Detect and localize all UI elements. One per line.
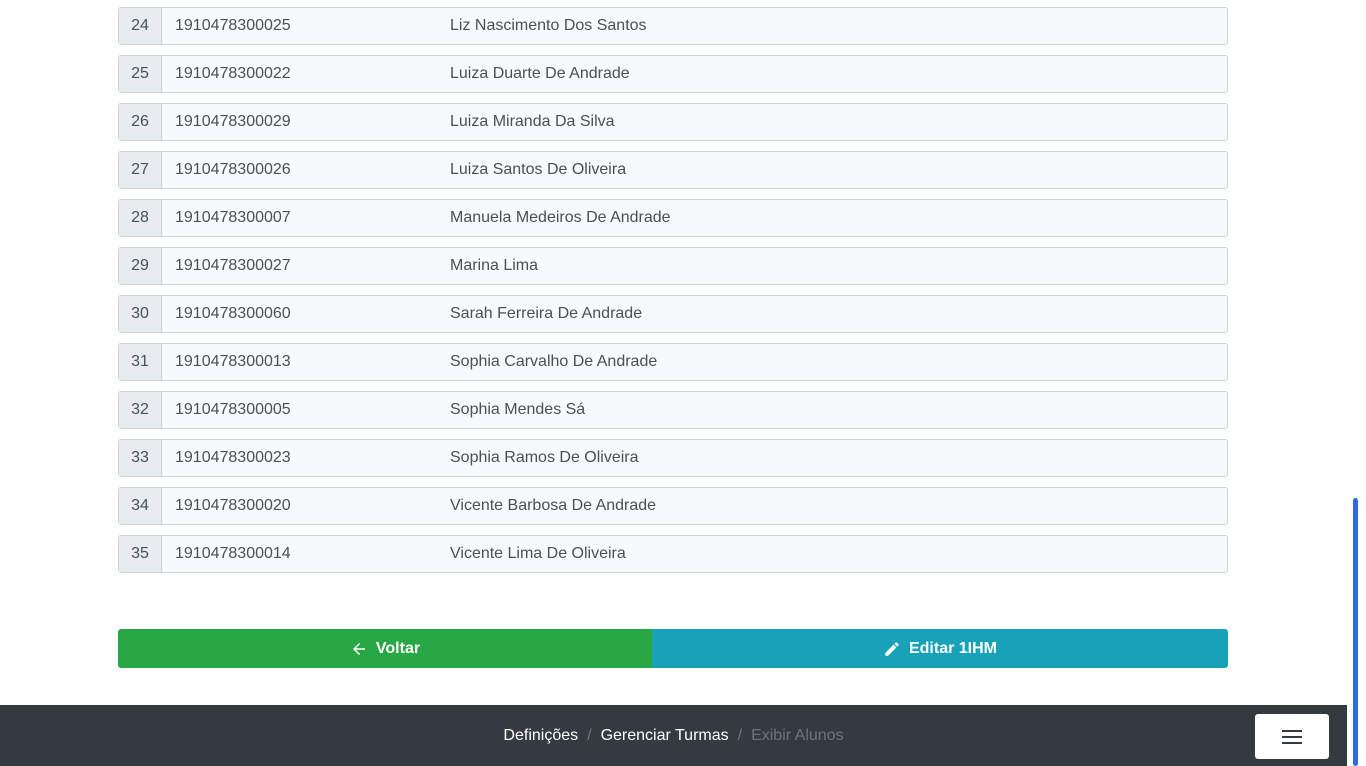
row-number: 32 xyxy=(119,392,162,428)
student-registration: 1910478300060 xyxy=(175,305,291,322)
row-number: 29 xyxy=(119,248,162,284)
student-row: 33 1910478300023 Sophia Ramos De Oliveir… xyxy=(118,439,1228,477)
student-name: Vicente Barbosa De Andrade xyxy=(450,497,657,514)
student-name: Marina Lima xyxy=(450,257,539,274)
row-number: 30 xyxy=(119,296,162,332)
row-number: 33 xyxy=(119,440,162,476)
breadcrumb-gerenciar-turmas[interactable]: Gerenciar Turmas xyxy=(601,727,729,745)
student-row: 31 1910478300013 Sophia Carvalho De Andr… xyxy=(118,343,1228,381)
row-number: 34 xyxy=(119,488,162,524)
student-registration: 1910478300022 xyxy=(175,65,291,82)
student-name: Sophia Mendes Sá xyxy=(450,401,586,418)
student-registration: 1910478300007 xyxy=(175,209,291,226)
row-number: 26 xyxy=(119,104,162,140)
breadcrumb-definicoes[interactable]: Definições xyxy=(503,727,578,745)
student-registration: 1910478300013 xyxy=(175,353,291,370)
arrow-left-icon xyxy=(352,642,365,655)
student-registration: 1910478300020 xyxy=(175,497,291,514)
student-row: 26 1910478300029 Luiza Miranda Da Silva xyxy=(118,103,1228,141)
hamburger-menu-icon xyxy=(1282,729,1302,744)
row-number: 24 xyxy=(119,8,162,44)
edit-button-label: Editar 1IHM xyxy=(908,639,997,657)
pencil-icon xyxy=(885,641,899,656)
student-row: 24 1910478300025 Liz Nascimento Dos Sant… xyxy=(118,7,1228,45)
student-name: Luiza Santos De Oliveira xyxy=(450,161,627,178)
back-button-label: Voltar xyxy=(375,639,421,657)
student-registration: 1910478300014 xyxy=(175,545,291,562)
row-number: 25 xyxy=(119,56,162,92)
student-row: 28 1910478300007 Manuela Medeiros De And… xyxy=(118,199,1228,237)
student-name: Liz Nascimento Dos Santos xyxy=(450,17,647,34)
student-registration: 1910478300023 xyxy=(175,449,291,466)
edit-class-button[interactable]: Editar 1IHM xyxy=(652,629,1228,668)
student-registration: 1910478300005 xyxy=(175,401,291,418)
student-name: Sarah Ferreira De Andrade xyxy=(450,305,643,322)
student-name: Sophia Ramos De Oliveira xyxy=(450,449,639,466)
scrollbar-thumb[interactable] xyxy=(1353,498,1358,766)
student-list: 24 1910478300025 Liz Nascimento Dos Sant… xyxy=(118,7,1228,583)
breadcrumb-separator: / xyxy=(587,726,592,744)
breadcrumb-exibir-alunos: Exibir Alunos xyxy=(751,726,844,744)
student-name: Sophia Carvalho De Andrade xyxy=(450,353,658,370)
menu-toggle-button[interactable] xyxy=(1255,714,1329,759)
student-name: Luiza Duarte De Andrade xyxy=(450,65,630,82)
row-number: 35 xyxy=(119,536,162,572)
footer: Definições / Gerenciar Turmas / Exibir A… xyxy=(0,705,1347,766)
row-number: 31 xyxy=(119,344,162,380)
student-row: 35 1910478300014 Vicente Lima De Oliveir… xyxy=(118,535,1228,573)
student-registration: 1910478300026 xyxy=(175,161,291,178)
student-name: Manuela Medeiros De Andrade xyxy=(450,209,671,226)
back-button[interactable]: Voltar xyxy=(118,629,652,668)
breadcrumb: Definições / Gerenciar Turmas / Exibir A… xyxy=(0,705,1347,766)
breadcrumb-separator: / xyxy=(737,726,743,744)
student-name: Vicente Lima De Oliveira xyxy=(450,545,626,562)
action-buttons: Voltar Editar 1IHM xyxy=(118,629,1228,668)
student-registration: 1910478300029 xyxy=(175,113,291,130)
student-name: Luiza Miranda Da Silva xyxy=(450,113,615,130)
row-number: 28 xyxy=(119,200,162,236)
student-row: 32 1910478300005 Sophia Mendes Sá xyxy=(118,391,1228,429)
student-row: 30 1910478300060 Sarah Ferreira De Andra… xyxy=(118,295,1228,333)
student-row: 27 1910478300026 Luiza Santos De Oliveir… xyxy=(118,151,1228,189)
row-number: 27 xyxy=(119,152,162,188)
student-registration: 1910478300027 xyxy=(175,257,291,274)
student-row: 34 1910478300020 Vicente Barbosa De Andr… xyxy=(118,487,1228,525)
student-registration: 1910478300025 xyxy=(175,17,291,34)
student-row: 25 1910478300022 Luiza Duarte De Andrade xyxy=(118,55,1228,93)
student-row: 29 1910478300027 Marina Lima xyxy=(118,247,1228,285)
